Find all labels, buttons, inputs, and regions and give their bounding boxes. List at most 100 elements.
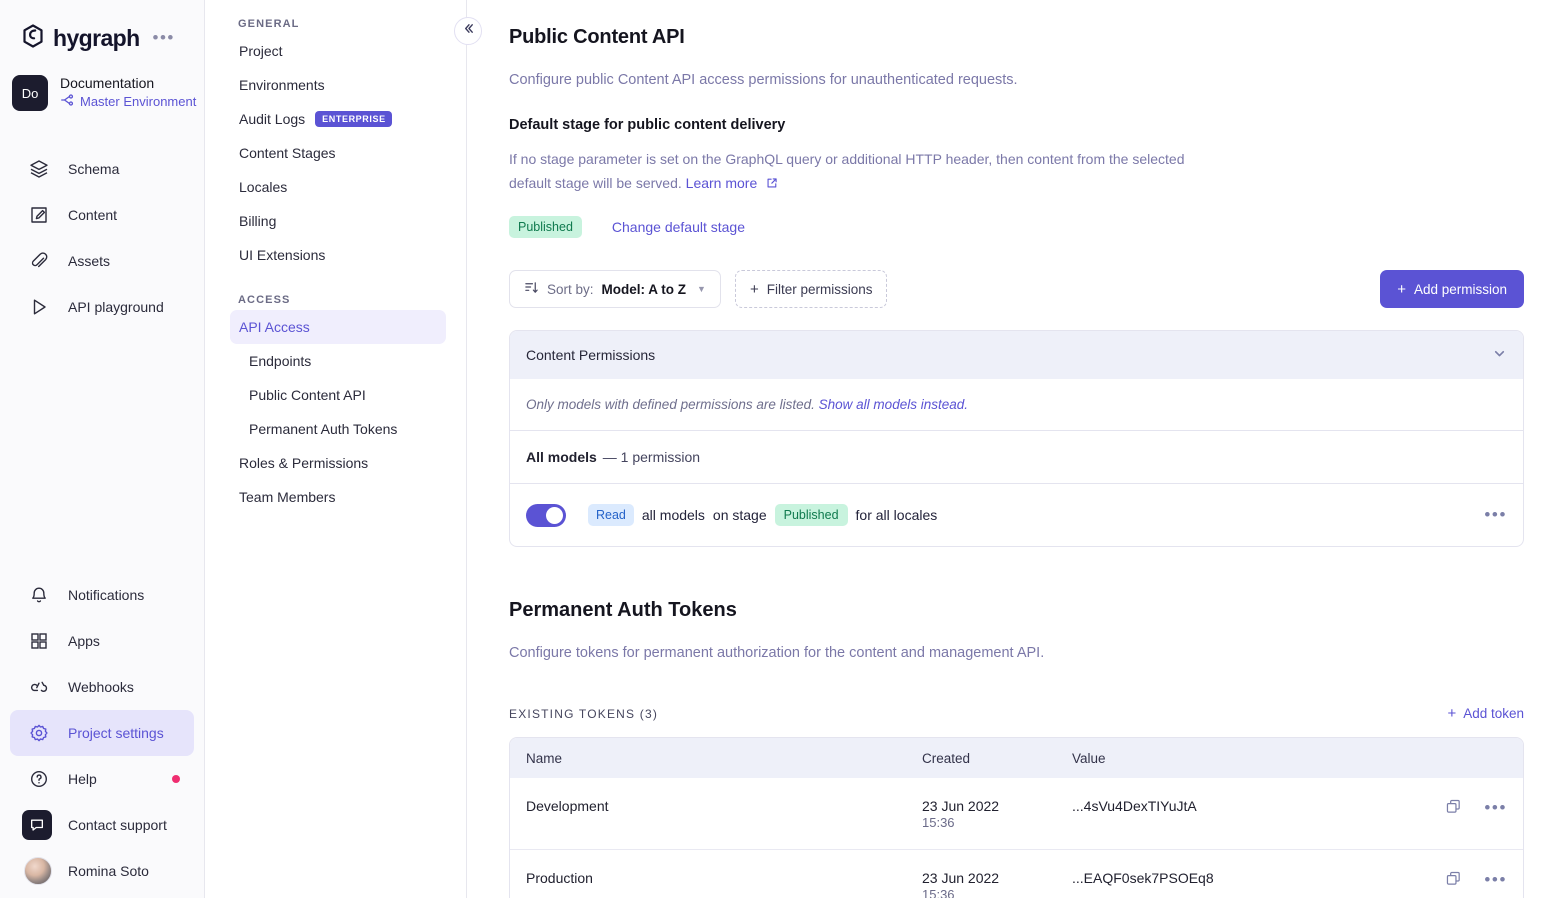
add-token-button[interactable]: + Add token (1447, 706, 1524, 721)
add-permission-button[interactable]: + Add permission (1380, 270, 1524, 308)
edit-square-icon (28, 204, 50, 226)
project-meta: Documentation Master Environment (60, 75, 196, 112)
permission-row-menu-icon[interactable]: ••• (1484, 510, 1507, 520)
chevron-down-icon: ▼ (697, 284, 706, 294)
default-stage-description-text: If no stage parameter is set on the Grap… (509, 151, 1185, 191)
sidebar-item-assets[interactable]: Assets (10, 238, 194, 284)
token-created-time: 15:36 (922, 887, 955, 898)
sidebar-item-user[interactable]: Romina Soto (10, 848, 194, 894)
permissions-note-text: Only models with defined permissions are… (526, 397, 815, 412)
token-name: Development (526, 798, 922, 814)
sidebar-item-label: Endpoints (249, 353, 311, 369)
external-link-icon (757, 175, 778, 191)
avatar (24, 857, 52, 885)
sidebar-item-ui-extensions[interactable]: UI Extensions (230, 238, 446, 272)
sidebar-item-environments[interactable]: Environments (230, 68, 446, 102)
sidebar-item-apps[interactable]: Apps (10, 618, 194, 664)
column-header-name: Name (526, 751, 922, 766)
sidebar-item-roles-permissions[interactable]: Roles & Permissions (230, 446, 446, 480)
bell-icon (28, 584, 50, 606)
status-badge: Published (509, 216, 582, 238)
sidebar-item-project[interactable]: Project (230, 34, 446, 68)
collapse-sidebar-button[interactable] (454, 17, 482, 45)
sidebar-item-api-playground[interactable]: API playground (10, 284, 194, 330)
sidebar-item-project-settings[interactable]: Project settings (10, 710, 194, 756)
sidebar-item-label: Apps (68, 633, 100, 649)
sidebar-item-team-members[interactable]: Team Members (230, 480, 446, 514)
sidebar-item-content[interactable]: Content (10, 192, 194, 238)
change-default-stage-link[interactable]: Change default stage (612, 219, 745, 235)
sidebar-item-help[interactable]: Help (10, 756, 194, 802)
token-row-menu-icon[interactable]: ••• (1484, 803, 1507, 813)
sidebar-item-webhooks[interactable]: Webhooks (10, 664, 194, 710)
gear-icon (28, 722, 50, 744)
existing-tokens-label: EXISTING TOKENS (3) (509, 707, 658, 721)
sidebar-item-label: Team Members (239, 489, 335, 505)
token-name: Production (526, 870, 922, 886)
question-circle-icon (28, 768, 50, 790)
sidebar-item-public-content-api[interactable]: Public Content API (230, 378, 446, 412)
sidebar-item-label: Notifications (68, 587, 144, 603)
project-switcher[interactable]: Do Documentation Master Environment (0, 56, 204, 118)
filter-permissions-button[interactable]: + Filter permissions (735, 270, 888, 308)
token-row-actions: ••• (1445, 798, 1507, 818)
settings-sidebar: GENERAL Project Environments Audit Logs … (205, 0, 467, 898)
table-row[interactable]: Production 23 Jun 2022 15:36 ...EAQF0sek… (510, 850, 1523, 898)
project-avatar: Do (12, 75, 48, 111)
copy-icon[interactable] (1445, 798, 1462, 818)
sidebar-item-content-stages[interactable]: Content Stages (230, 136, 446, 170)
learn-more-link[interactable]: Learn more (686, 175, 758, 191)
environment-row[interactable]: Master Environment (60, 93, 196, 112)
permission-on-stage-label: on stage (713, 507, 767, 523)
token-created: 23 Jun 2022 15:36 (922, 870, 1072, 898)
copy-icon[interactable] (1445, 870, 1462, 890)
sidebar-item-contact-support[interactable]: Contact support (10, 802, 194, 848)
content-permissions-header[interactable]: Content Permissions (510, 331, 1523, 379)
default-stage-heading: Default stage for public content deliver… (509, 117, 1524, 133)
webhook-icon (28, 676, 50, 698)
sidebar-item-notifications[interactable]: Notifications (10, 572, 194, 618)
tokens-table-header: Name Created Value (510, 738, 1523, 778)
sidebar-item-label: API Access (239, 319, 310, 335)
sidebar-item-label: Roles & Permissions (239, 455, 368, 471)
avatar-wrap (28, 860, 50, 882)
permission-locales: for all locales (856, 507, 938, 523)
permission-row: Read all models on stage Published for a… (510, 484, 1523, 546)
branch-icon (60, 93, 74, 112)
sidebar-item-permanent-auth-tokens[interactable]: Permanent Auth Tokens (230, 412, 446, 446)
brand-menu-icon[interactable]: ••• (153, 33, 175, 43)
sidebar-item-label: Schema (68, 161, 119, 177)
app-root: hygraph ••• Do Documentation Master Envi… (0, 0, 1566, 898)
sidebar-item-locales[interactable]: Locales (230, 170, 446, 204)
sidebar-item-label: Help (68, 771, 97, 787)
primary-sidebar: hygraph ••• Do Documentation Master Envi… (0, 0, 205, 898)
add-token-label: Add token (1463, 706, 1524, 721)
permission-group-label: All models (526, 449, 597, 465)
sort-icon (524, 280, 539, 298)
token-row-actions: ••• (1445, 870, 1507, 890)
token-row-menu-icon[interactable]: ••• (1484, 875, 1507, 885)
paperclip-icon (28, 250, 50, 272)
chevron-down-icon[interactable] (1492, 346, 1507, 364)
sort-by-button[interactable]: Sort by: Model: A to Z ▼ (509, 270, 721, 308)
column-header-created: Created (922, 751, 1072, 766)
table-row[interactable]: Development 23 Jun 2022 15:36 ...4sVu4De… (510, 778, 1523, 850)
brand[interactable]: hygraph ••• (0, 0, 204, 56)
permanent-auth-tokens-title: Permanent Auth Tokens (509, 599, 1524, 622)
sidebar-item-billing[interactable]: Billing (230, 204, 446, 238)
sort-by-label: Sort by: (547, 282, 594, 297)
show-all-models-link[interactable]: Show all models instead. (819, 397, 968, 412)
permission-toggle[interactable] (526, 504, 566, 527)
sidebar-item-audit-logs[interactable]: Audit Logs ENTERPRISE (230, 102, 446, 136)
sidebar-item-api-access[interactable]: API Access (230, 310, 446, 344)
sidebar-item-schema[interactable]: Schema (10, 146, 194, 192)
sidebar-item-label: Locales (239, 179, 287, 195)
sidebar-item-label: Project settings (68, 725, 164, 741)
play-icon (28, 296, 50, 318)
sidebar-item-label: Content Stages (239, 145, 336, 161)
plus-icon: + (1397, 282, 1406, 297)
sidebar-item-endpoints[interactable]: Endpoints (230, 344, 446, 378)
sidebar-item-label: Romina Soto (68, 863, 149, 879)
support-icon-wrap (28, 814, 50, 836)
brand-name: hygraph (53, 25, 140, 52)
